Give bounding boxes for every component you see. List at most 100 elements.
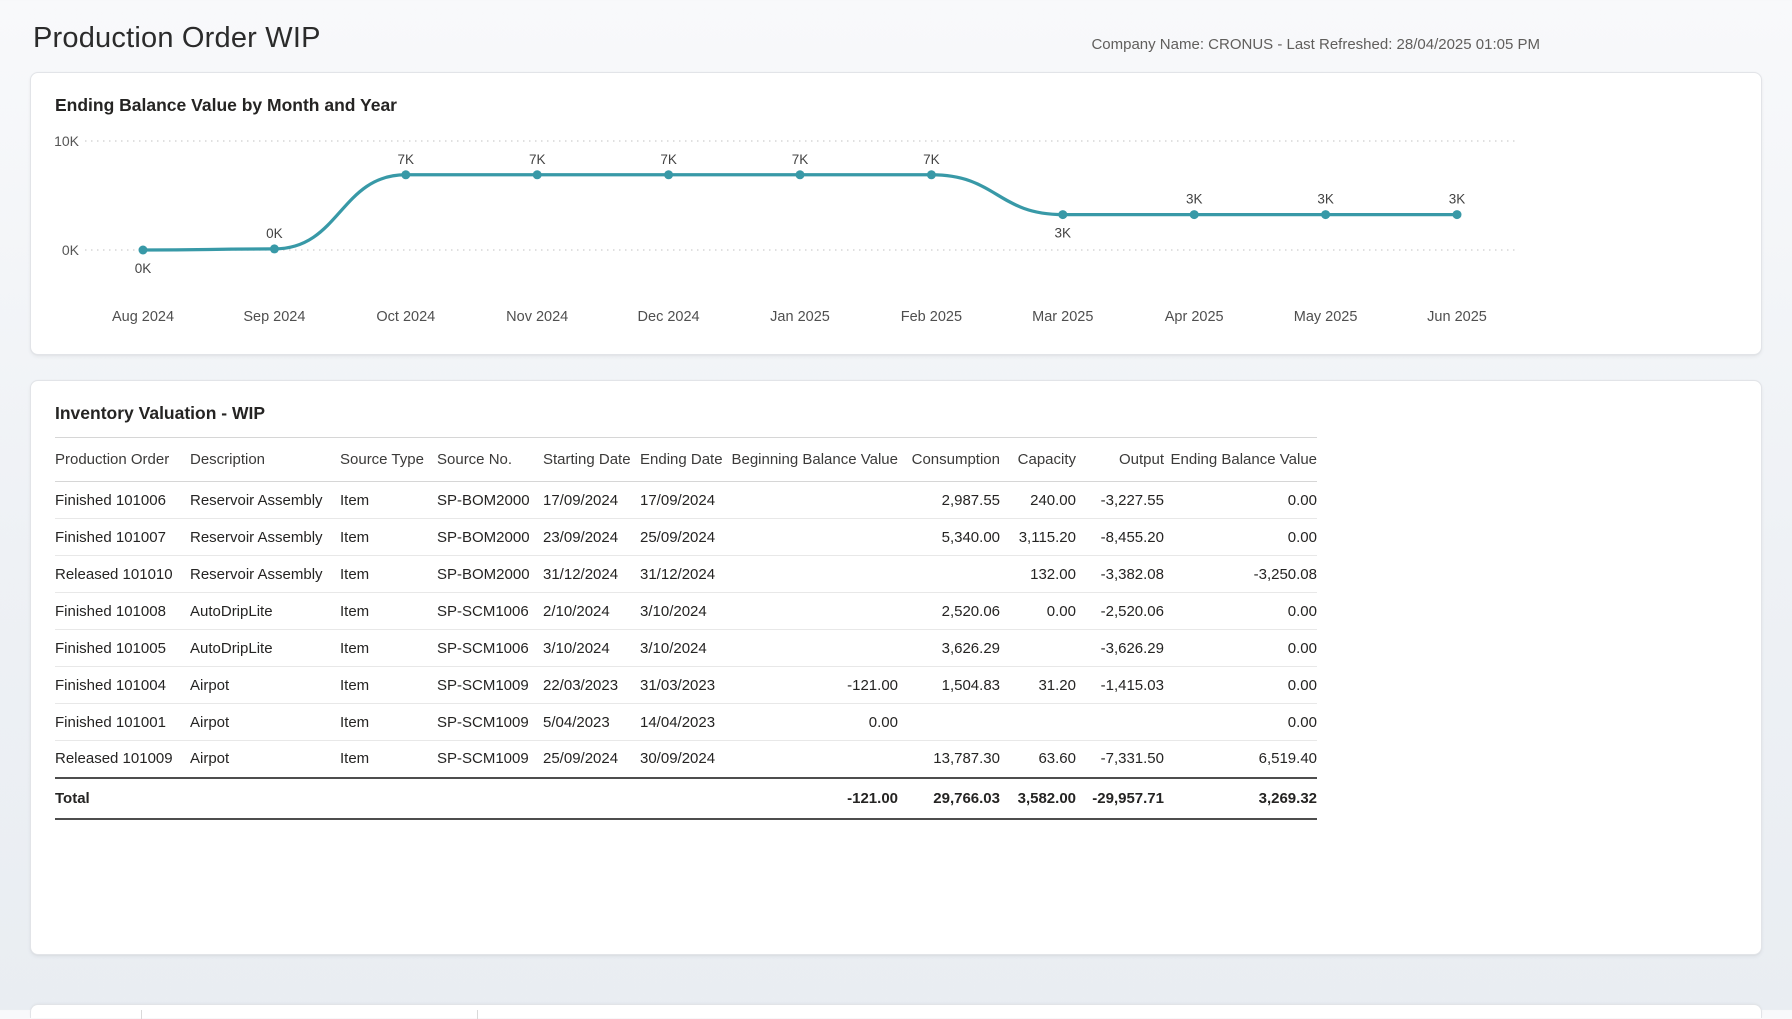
data-point-label: 3K xyxy=(1186,192,1203,207)
data-point[interactable] xyxy=(664,170,673,179)
table-cell: Item xyxy=(340,704,437,741)
data-point-label: 7K xyxy=(660,152,677,167)
table-cell xyxy=(730,630,898,667)
column-header-capacity[interactable]: Capacity xyxy=(1000,438,1076,482)
table-row[interactable]: Released 101009AirpotItemSP-SCM100925/09… xyxy=(55,741,1317,778)
data-point[interactable] xyxy=(1058,210,1067,219)
data-point[interactable] xyxy=(796,170,805,179)
table-cell: 0.00 xyxy=(1164,667,1317,704)
x-axis-label: Nov 2024 xyxy=(506,309,568,325)
report-page: { "header": { "title": "Production Order… xyxy=(0,0,1792,1010)
data-point-label: 0K xyxy=(135,261,152,276)
table-row[interactable]: Finished 101006Reservoir AssemblyItemSP-… xyxy=(55,482,1317,519)
data-point[interactable] xyxy=(401,170,410,179)
x-axis-label: May 2025 xyxy=(1294,309,1358,325)
table-cell: 31/12/2024 xyxy=(543,556,640,593)
x-axis-label: Dec 2024 xyxy=(638,309,700,325)
table-row[interactable]: Finished 101008AutoDripLiteItemSP-SCM100… xyxy=(55,593,1317,630)
table-cell: 14/04/2023 xyxy=(640,704,730,741)
table-cell: Finished 101005 xyxy=(55,630,190,667)
data-point-label: 7K xyxy=(398,152,415,167)
column-header-ending-balance-value[interactable]: Ending Balance Value xyxy=(1164,438,1317,482)
data-point[interactable] xyxy=(270,244,279,253)
table-cell: 3/10/2024 xyxy=(640,593,730,630)
table-cell xyxy=(1000,630,1076,667)
table-row[interactable]: Finished 101007Reservoir AssemblyItemSP-… xyxy=(55,519,1317,556)
table-cell: 31/12/2024 xyxy=(640,556,730,593)
table-cell: Released 101010 xyxy=(55,556,190,593)
table-cell: -3,227.55 xyxy=(1076,482,1164,519)
chart-card: Ending Balance Value by Month and Year 0… xyxy=(30,72,1762,355)
table-cell: Reservoir Assembly xyxy=(190,519,340,556)
column-header-output[interactable]: Output xyxy=(1076,438,1164,482)
table-row[interactable]: Finished 101004AirpotItemSP-SCM100922/03… xyxy=(55,667,1317,704)
table-cell: -3,250.08 xyxy=(1164,556,1317,593)
table-cell: 25/09/2024 xyxy=(543,741,640,778)
x-axis-label: Jan 2025 xyxy=(770,309,830,325)
table-cell: Released 101009 xyxy=(55,741,190,778)
column-header-beginning-balance-value[interactable]: Beginning Balance Value xyxy=(730,438,898,482)
table-cell: -121.00 xyxy=(730,667,898,704)
x-axis-label: Aug 2024 xyxy=(112,309,174,325)
column-header-source-no-[interactable]: Source No. xyxy=(437,438,543,482)
data-point-label: 7K xyxy=(923,152,940,167)
x-axis-label: Feb 2025 xyxy=(901,309,962,325)
table-cell: Airpot xyxy=(190,704,340,741)
total-cell: -29,957.71 xyxy=(1076,778,1164,819)
table-cell: 0.00 xyxy=(1164,519,1317,556)
table-body: Finished 101006Reservoir AssemblyItemSP-… xyxy=(55,482,1317,778)
table-row[interactable]: Released 101010Reservoir AssemblyItemSP-… xyxy=(55,556,1317,593)
data-point[interactable] xyxy=(533,170,542,179)
table-cell: 0.00 xyxy=(1164,593,1317,630)
table-cell: 3,626.29 xyxy=(898,630,1000,667)
y-axis-tick: 10K xyxy=(55,133,80,149)
table-cell xyxy=(730,556,898,593)
data-point[interactable] xyxy=(1453,210,1462,219)
total-cell xyxy=(437,778,543,819)
table-cell: -8,455.20 xyxy=(1076,519,1164,556)
ending-balance-line-chart[interactable]: 0K10K0KAug 20240KSep 20247KOct 20247KNov… xyxy=(55,133,1555,338)
total-cell: 29,766.03 xyxy=(898,778,1000,819)
table-cell: 6,519.40 xyxy=(1164,741,1317,778)
table-header: Production OrderDescriptionSource TypeSo… xyxy=(55,438,1317,482)
data-point[interactable] xyxy=(1321,210,1330,219)
table-cell: Item xyxy=(340,741,437,778)
column-header-starting-date[interactable]: Starting Date xyxy=(543,438,640,482)
data-point-label: 7K xyxy=(529,152,546,167)
table-cell: SP-BOM2000 xyxy=(437,556,543,593)
table-cell: 25/09/2024 xyxy=(640,519,730,556)
report-header: Production Order WIP Company Name: CRONU… xyxy=(0,0,1792,70)
table-row[interactable]: Finished 101005AutoDripLiteItemSP-SCM100… xyxy=(55,630,1317,667)
data-point[interactable] xyxy=(927,170,936,179)
column-header-description[interactable]: Description xyxy=(190,438,340,482)
x-axis-label: Oct 2024 xyxy=(376,309,435,325)
table-cell xyxy=(730,519,898,556)
column-header-ending-date[interactable]: Ending Date xyxy=(640,438,730,482)
table-cell: SP-BOM2000 xyxy=(437,519,543,556)
total-cell: -121.00 xyxy=(730,778,898,819)
table-cell: 5,340.00 xyxy=(898,519,1000,556)
table-cell: AutoDripLite xyxy=(190,593,340,630)
table-cell: Finished 101006 xyxy=(55,482,190,519)
table-cell: Reservoir Assembly xyxy=(190,482,340,519)
next-card-edge xyxy=(30,1004,1762,1018)
data-point[interactable] xyxy=(139,246,148,255)
total-cell: 3,582.00 xyxy=(1000,778,1076,819)
table-cell: 0.00 xyxy=(1000,593,1076,630)
table-cell: Finished 101008 xyxy=(55,593,190,630)
table-cell: 13,787.30 xyxy=(898,741,1000,778)
data-point[interactable] xyxy=(1190,210,1199,219)
column-divider xyxy=(477,1010,478,1019)
table-cell: -7,331.50 xyxy=(1076,741,1164,778)
table-row[interactable]: Finished 101001AirpotItemSP-SCM10095/04/… xyxy=(55,704,1317,741)
table-cell: Finished 101004 xyxy=(55,667,190,704)
table-cell xyxy=(898,704,1000,741)
inventory-valuation-table: Production OrderDescriptionSource TypeSo… xyxy=(55,437,1317,820)
table-cell: Item xyxy=(340,556,437,593)
column-header-production-order[interactable]: Production Order xyxy=(55,438,190,482)
column-header-consumption[interactable]: Consumption xyxy=(898,438,1000,482)
table-cell: 63.60 xyxy=(1000,741,1076,778)
column-header-source-type[interactable]: Source Type xyxy=(340,438,437,482)
table-cell: Item xyxy=(340,519,437,556)
table-cell: Item xyxy=(340,482,437,519)
